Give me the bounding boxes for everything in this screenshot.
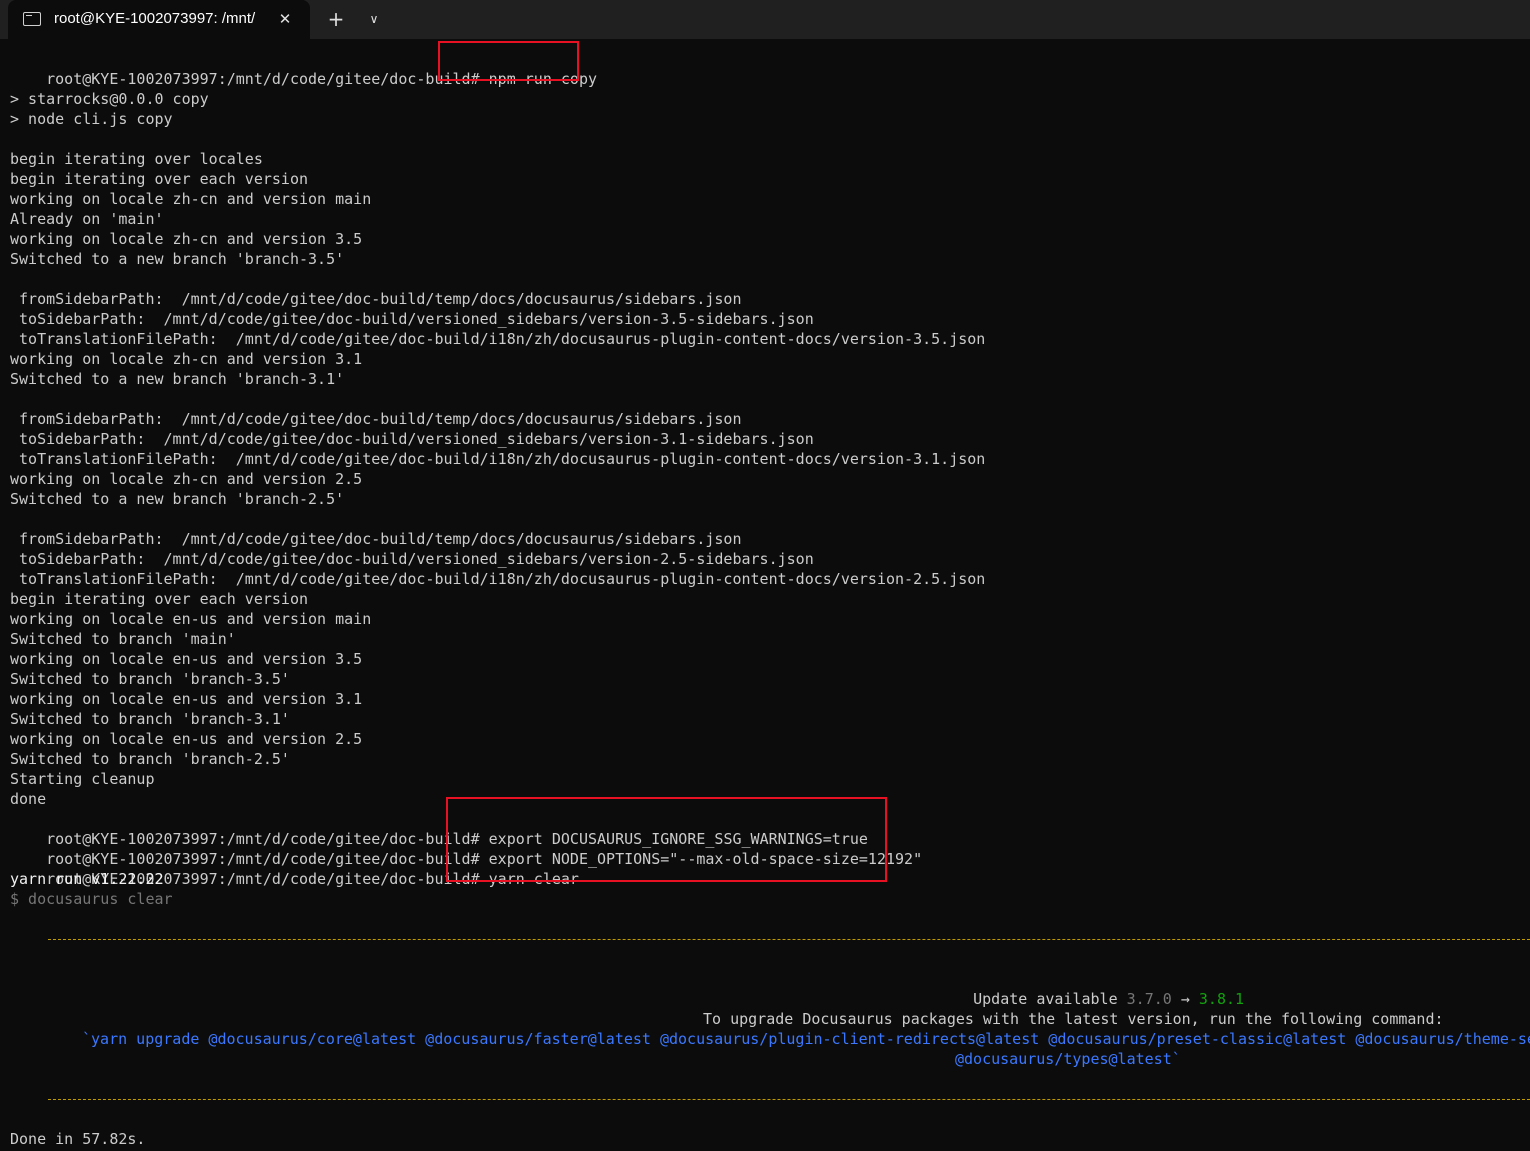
output-line: working on locale zh-cn and version 3.1 — [10, 350, 363, 368]
upgrade-message: To upgrade Docusaurus packages with the … — [703, 1010, 1444, 1028]
terminal-icon — [23, 12, 41, 26]
output-line: working on locale en-us and version 3.5 — [10, 650, 363, 668]
done-message: Done in 57.82s. — [10, 1130, 146, 1148]
output-line: > starrocks@0.0.0 copy — [10, 90, 209, 108]
tab-title: root@KYE-1002073997: /mnt/ — [54, 10, 256, 27]
output-line: fromSidebarPath: /mnt/d/code/gitee/doc-b… — [10, 530, 742, 548]
output-line: Switched to a new branch 'branch-2.5' — [10, 490, 345, 508]
dashed-divider — [48, 939, 1530, 940]
output-line: Starting cleanup — [10, 770, 155, 788]
output-line: begin iterating over each version — [10, 170, 309, 188]
output-line: fromSidebarPath: /mnt/d/code/gitee/doc-b… — [10, 290, 742, 308]
output-line: Switched to a new branch 'branch-3.1' — [10, 370, 345, 388]
yarn-command: $ docusaurus clear — [10, 890, 173, 908]
output-line: done — [10, 790, 47, 808]
output-line: working on locale zh-cn and version 3.5 — [10, 230, 363, 248]
output-line: toSidebarPath: /mnt/d/code/gitee/doc-bui… — [10, 430, 814, 448]
output-line: Switched to branch 'branch-2.5' — [10, 750, 290, 768]
output-line: Switched to branch 'branch-3.5' — [10, 670, 290, 688]
upgrade-command: `yarn upgrade @docusaurus/core@latest @d… — [82, 1030, 1530, 1048]
output-line: begin iterating over each version — [10, 590, 309, 608]
output-line: toSidebarPath: /mnt/d/code/gitee/doc-bui… — [10, 550, 814, 568]
output-line: > node cli.js copy — [10, 110, 173, 128]
output-line: working on locale en-us and version main — [10, 610, 372, 628]
output-line: working on locale en-us and version 3.1 — [10, 690, 363, 708]
highlight-box-commands — [446, 797, 887, 882]
terminal-tab[interactable]: root@KYE-1002073997: /mnt/ ✕ — [8, 0, 310, 39]
upgrade-command-cont: @docusaurus/types@latest` — [955, 1050, 1181, 1068]
plus-icon[interactable]: + — [322, 6, 350, 32]
output-line: Already on 'main' — [10, 210, 164, 228]
chevron-down-icon[interactable]: ∨ — [362, 6, 386, 32]
shell-prompt: root@KYE-1002073997:/mnt/d/code/gitee/do… — [46, 70, 480, 88]
output-line: Switched to a new branch 'branch-3.5' — [10, 250, 345, 268]
output-line: toTranslationFilePath: /mnt/d/code/gitee… — [10, 570, 986, 588]
output-line: Switched to branch 'main' — [10, 630, 236, 648]
title-bar: root@KYE-1002073997: /mnt/ ✕ + ∨ — [0, 0, 1530, 39]
update-label: Update available — [973, 990, 1127, 1008]
highlight-box-copy — [438, 41, 579, 81]
output-line: begin iterating over locales — [10, 150, 263, 168]
close-icon[interactable]: ✕ — [274, 8, 296, 30]
output-line: Switched to branch 'branch-3.1' — [10, 710, 290, 728]
output-line: toTranslationFilePath: /mnt/d/code/gitee… — [10, 330, 986, 348]
output-line: fromSidebarPath: /mnt/d/code/gitee/doc-b… — [10, 410, 742, 428]
new-version: 3.8.1 — [1198, 990, 1245, 1008]
output-line: toTranslationFilePath: /mnt/d/code/gitee… — [10, 450, 986, 468]
current-version: 3.7.0 — [1126, 990, 1172, 1008]
output-line: toSidebarPath: /mnt/d/code/gitee/doc-bui… — [10, 310, 814, 328]
output-line: working on locale en-us and version 2.5 — [10, 730, 363, 748]
arrow: → — [1171, 990, 1199, 1008]
dashed-divider — [48, 1099, 1530, 1100]
yarn-version: yarn run v1.22.22 — [10, 870, 164, 888]
output-line: working on locale zh-cn and version main — [10, 190, 372, 208]
update-notice: Update available 3.7.0 → 3.8.1 — [937, 969, 1244, 1008]
output-line: working on locale zh-cn and version 2.5 — [10, 470, 363, 488]
terminal-output[interactable]: root@KYE-1002073997:/mnt/d/code/gitee/do… — [0, 39, 1530, 1151]
